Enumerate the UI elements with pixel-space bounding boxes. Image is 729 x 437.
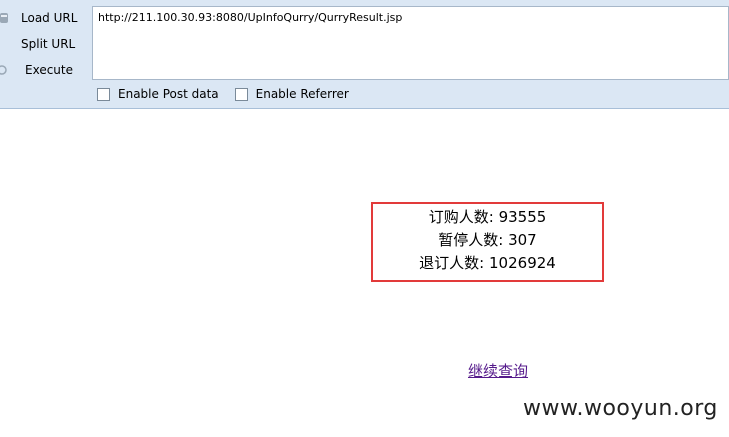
- result-box: 订购人数: 93555 暂停人数: 307 退订人数: 1026924: [371, 202, 604, 282]
- load-url-label: Load URL: [21, 11, 78, 25]
- enable-post-option[interactable]: Enable Post data: [97, 87, 219, 101]
- continue-query-link[interactable]: 继续查询: [468, 360, 528, 381]
- execute-icon: [0, 65, 7, 75]
- row-label: 订购人数:: [428, 208, 494, 226]
- split-url-label: Split URL: [21, 37, 76, 51]
- load-url-button[interactable]: Load URL: [0, 7, 77, 29]
- url-textarea[interactable]: http://211.100.30.93:8080/UpInfoQurry/Qu…: [92, 6, 729, 80]
- watermark: www.wooyun.org: [523, 396, 718, 421]
- row-value: 307: [508, 231, 537, 249]
- enable-post-checkbox[interactable]: [97, 87, 110, 101]
- execute-label: Execute: [25, 63, 73, 77]
- split-url-icon: [0, 37, 10, 51]
- subscriber-count-row: 订购人数: 93555: [373, 206, 602, 229]
- enable-referrer-checkbox[interactable]: [234, 87, 248, 101]
- paused-count-row: 暂停人数: 307: [373, 229, 602, 252]
- enable-referrer-label: Enable Referrer: [255, 87, 349, 101]
- enable-referrer-option[interactable]: Enable Referrer: [234, 87, 349, 101]
- row-label: 退订人数:: [419, 254, 485, 272]
- row-label: 暂停人数:: [438, 231, 504, 249]
- execute-button[interactable]: Execute: [0, 59, 73, 81]
- split-url-button[interactable]: Split URL: [0, 33, 75, 55]
- hackbar-toolbar: Load URL Split URL Execute http://211.10…: [0, 0, 729, 109]
- row-value: 93555: [498, 208, 547, 226]
- unsubscribed-count-row: 退订人数: 1026924: [373, 252, 602, 275]
- enable-post-label: Enable Post data: [118, 87, 219, 101]
- row-value: 1026924: [489, 254, 556, 272]
- load-url-icon: [0, 13, 8, 23]
